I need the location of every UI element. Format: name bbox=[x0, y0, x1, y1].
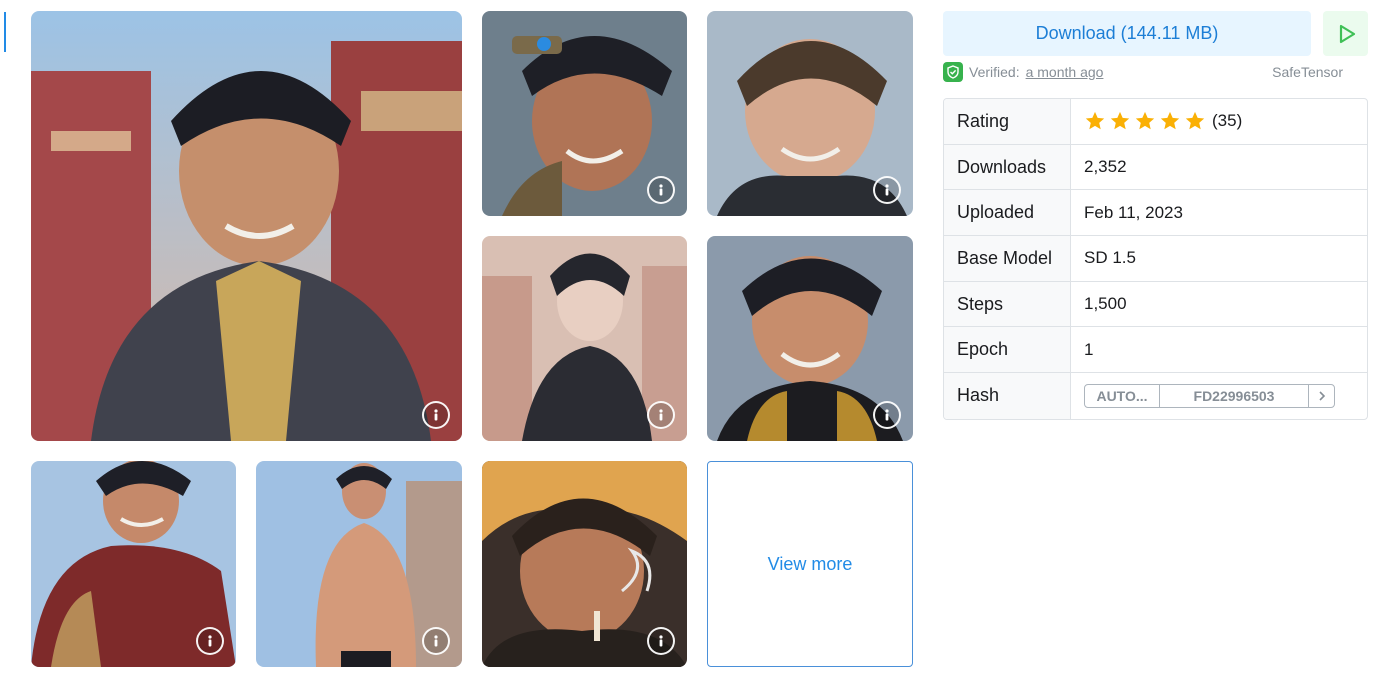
epoch-row: Epoch 1 bbox=[944, 327, 1367, 374]
gallery-image[interactable] bbox=[482, 236, 687, 441]
file-format-label: SafeTensor bbox=[1272, 64, 1343, 80]
gallery-image[interactable] bbox=[482, 11, 687, 216]
info-icon[interactable] bbox=[873, 176, 901, 204]
portrait-image bbox=[31, 11, 462, 441]
image-gallery: View more bbox=[31, 11, 913, 667]
info-icon[interactable] bbox=[422, 627, 450, 655]
rating-count[interactable]: (35) bbox=[1212, 111, 1242, 131]
rating-row: Rating (35) bbox=[944, 99, 1367, 145]
gallery-image[interactable] bbox=[707, 236, 913, 441]
epoch-value: 1 bbox=[1084, 339, 1094, 359]
base-model-row: Base Model SD 1.5 bbox=[944, 236, 1367, 282]
rating-stars[interactable] bbox=[1084, 110, 1206, 132]
downloads-value: 2,352 bbox=[1084, 157, 1127, 177]
info-icon[interactable] bbox=[647, 627, 675, 655]
downloads-row: Downloads 2,352 bbox=[944, 144, 1367, 191]
steps-label: Steps bbox=[944, 281, 1071, 327]
verified-label: Verified: bbox=[969, 64, 1020, 80]
hash-label: Hash bbox=[944, 373, 1071, 419]
hash-row: Hash AUTO... FD22996503 bbox=[944, 373, 1367, 419]
model-sidebar: Download (144.11 MB) Verified: a month a… bbox=[943, 11, 1368, 420]
hash-selector: AUTO... FD22996503 bbox=[1084, 383, 1335, 408]
info-icon[interactable] bbox=[647, 176, 675, 204]
info-icon[interactable] bbox=[873, 401, 901, 429]
model-details-table: Rating (35) Downloads 2,352 Uploaded Feb… bbox=[943, 98, 1368, 420]
play-icon bbox=[1339, 24, 1355, 43]
active-indicator bbox=[4, 12, 6, 52]
epoch-label: Epoch bbox=[944, 327, 1071, 373]
steps-row: Steps 1,500 bbox=[944, 281, 1367, 328]
star-icon bbox=[1185, 112, 1205, 130]
star-icon bbox=[1085, 112, 1105, 130]
chevron-right-icon bbox=[1318, 391, 1325, 401]
downloads-label: Downloads bbox=[944, 144, 1071, 190]
star-icon bbox=[1135, 112, 1155, 130]
base-model-value: SD 1.5 bbox=[1084, 248, 1136, 268]
hash-next-button[interactable] bbox=[1309, 385, 1334, 407]
uploaded-label: Uploaded bbox=[944, 190, 1071, 236]
uploaded-row: Uploaded Feb 11, 2023 bbox=[944, 190, 1367, 237]
info-icon[interactable] bbox=[196, 627, 224, 655]
download-button[interactable]: Download (144.11 MB) bbox=[943, 11, 1311, 56]
base-model-label: Base Model bbox=[944, 236, 1071, 281]
gallery-image[interactable] bbox=[31, 461, 236, 667]
info-icon[interactable] bbox=[422, 401, 450, 429]
verification-row: Verified: a month ago SafeTensor bbox=[943, 62, 1368, 82]
download-row: Download (144.11 MB) bbox=[943, 11, 1368, 56]
info-icon[interactable] bbox=[647, 401, 675, 429]
star-icon bbox=[1110, 112, 1130, 130]
gallery-image[interactable] bbox=[707, 11, 913, 216]
gallery-image[interactable] bbox=[482, 461, 687, 667]
gallery-image[interactable] bbox=[256, 461, 462, 667]
view-more-button[interactable]: View more bbox=[707, 461, 913, 667]
rating-label: Rating bbox=[944, 99, 1071, 144]
star-icon bbox=[1160, 112, 1180, 130]
verified-time-link[interactable]: a month ago bbox=[1026, 64, 1104, 80]
shield-check-icon bbox=[943, 62, 963, 82]
uploaded-value: Feb 11, 2023 bbox=[1084, 202, 1183, 222]
hash-value-copy[interactable]: FD22996503 bbox=[1160, 384, 1309, 407]
steps-value: 1,500 bbox=[1084, 294, 1127, 314]
run-button[interactable] bbox=[1323, 11, 1368, 56]
gallery-image[interactable] bbox=[31, 11, 462, 441]
hash-type-button[interactable]: AUTO... bbox=[1085, 384, 1160, 407]
